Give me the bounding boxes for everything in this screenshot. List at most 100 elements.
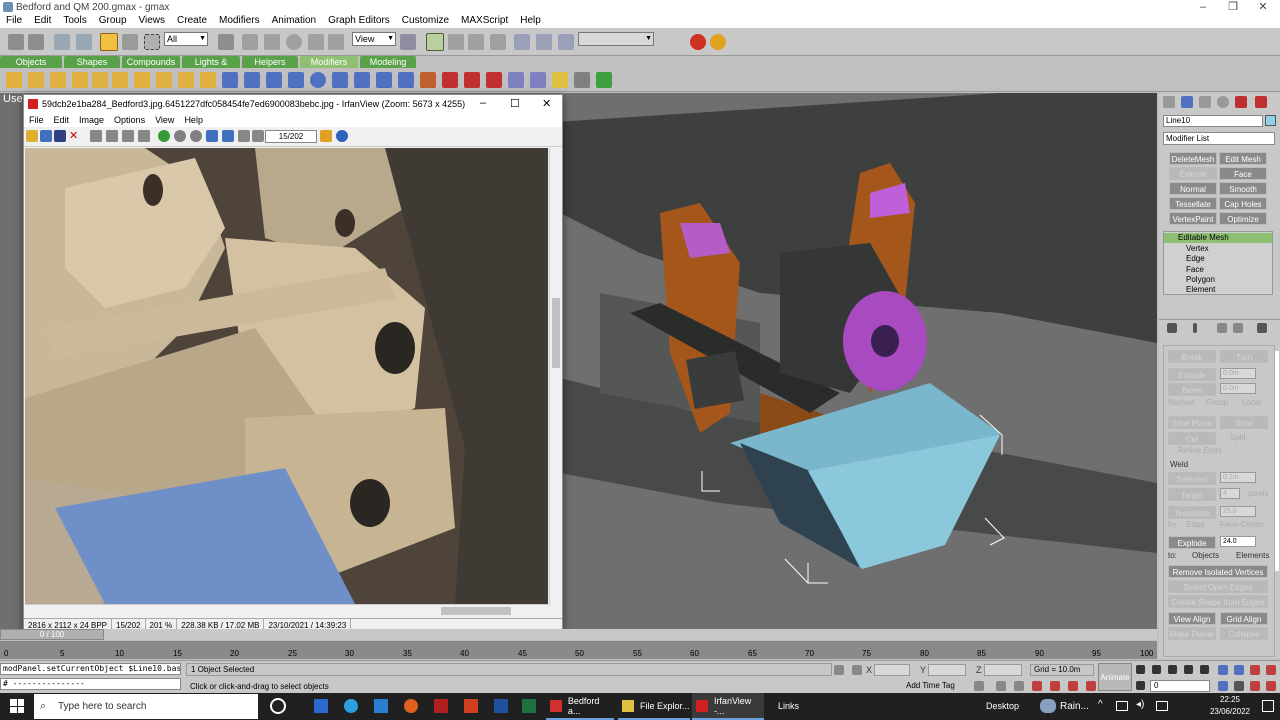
tab-shapes[interactable]: Shapes bbox=[64, 56, 120, 68]
access-icon[interactable] bbox=[434, 699, 448, 713]
taskbar-search-box[interactable]: Type here to search bbox=[34, 694, 258, 719]
displace-modifier-icon[interactable] bbox=[354, 72, 370, 88]
modifier-list-dropdown[interactable]: Modifier List bbox=[1163, 132, 1275, 145]
menu-create[interactable]: Create bbox=[171, 14, 213, 28]
face-extrude-button[interactable]: Face Extrude bbox=[1219, 167, 1267, 192]
irfanview-minimize-button[interactable]: – bbox=[480, 97, 486, 109]
named-selection-dropdown[interactable] bbox=[578, 32, 654, 46]
configure-sets-icon[interactable] bbox=[1257, 323, 1267, 333]
time-slider-track[interactable]: 0 / 100 bbox=[0, 629, 1157, 640]
stack-editable-mesh[interactable]: Editable Mesh bbox=[1164, 233, 1272, 243]
break-button[interactable]: Break bbox=[1168, 350, 1216, 363]
zoom-extents-all-icon[interactable] bbox=[1266, 665, 1276, 675]
irfanview-menu-image[interactable]: Image bbox=[74, 113, 109, 127]
slice-button[interactable]: Slice bbox=[1220, 416, 1268, 429]
track-bar[interactable]: 0 5 10 15 20 25 30 35 40 45 50 55 60 65 … bbox=[0, 641, 1157, 659]
weld-threshold-field[interactable]: 0.1m bbox=[1220, 472, 1256, 483]
render-icon[interactable] bbox=[710, 34, 726, 50]
thumbnails-icon[interactable] bbox=[40, 130, 52, 142]
selection-filter-dropdown[interactable]: All bbox=[164, 32, 208, 46]
slice-modifier-icon[interactable] bbox=[244, 72, 260, 88]
paste-icon[interactable] bbox=[122, 130, 134, 142]
display-panel-icon[interactable] bbox=[1235, 96, 1247, 108]
show-end-result-icon[interactable] bbox=[1193, 323, 1197, 333]
explode-button[interactable]: Explode bbox=[1168, 536, 1216, 549]
pin-stack-icon[interactable] bbox=[1167, 323, 1177, 333]
remove-modifier-icon[interactable] bbox=[1233, 323, 1243, 333]
menu-modifiers[interactable]: Modifiers bbox=[213, 14, 266, 28]
irfanview-vertical-scrollbar[interactable] bbox=[549, 148, 561, 604]
stack-polygon[interactable]: Polygon bbox=[1186, 275, 1215, 284]
key-mode-icon[interactable] bbox=[974, 681, 984, 691]
irfanview-window[interactable]: 59dcb2e1ba284_Bedford3.jpg.6451227dfc058… bbox=[23, 94, 563, 633]
mirror-icon[interactable] bbox=[514, 34, 530, 50]
menu-animation[interactable]: Animation bbox=[266, 14, 322, 28]
smooth-modifier-icon[interactable] bbox=[486, 72, 502, 88]
bevel-amount-field[interactable]: 0.0m bbox=[1220, 383, 1256, 394]
weather-label[interactable]: Rain... bbox=[1060, 701, 1089, 712]
reference-coordinate-dropdown[interactable]: View bbox=[352, 32, 396, 46]
save-icon[interactable] bbox=[54, 130, 66, 142]
collapse-button[interactable]: Collapse bbox=[1220, 627, 1268, 640]
unwrap-modifier-icon[interactable] bbox=[596, 72, 612, 88]
angle-snap-icon[interactable] bbox=[1014, 681, 1024, 691]
weld-target-pixels-field[interactable]: 4 bbox=[1220, 488, 1240, 499]
goto-start-icon[interactable] bbox=[1136, 665, 1145, 674]
time-slider[interactable]: 0 / 100 bbox=[0, 629, 104, 640]
menu-group[interactable]: Group bbox=[93, 14, 133, 28]
snap-icon[interactable] bbox=[558, 34, 574, 50]
material-modifier-icon[interactable] bbox=[552, 72, 568, 88]
cut-button[interactable]: Cut bbox=[1168, 432, 1216, 445]
normal-button[interactable]: Normal bbox=[1169, 182, 1217, 195]
tension-field[interactable]: 25.0 bbox=[1220, 506, 1256, 517]
make-planar-button[interactable]: Make Planar bbox=[1168, 627, 1216, 640]
objects-radio[interactable]: Objects bbox=[1192, 551, 1219, 560]
key-mode-toggle-icon[interactable] bbox=[1136, 681, 1145, 690]
irfanview-menu-edit[interactable]: Edit bbox=[49, 113, 75, 127]
stack-element[interactable]: Element bbox=[1186, 285, 1215, 294]
select-by-name-icon[interactable] bbox=[122, 34, 138, 50]
rotate-right-icon[interactable] bbox=[252, 130, 264, 142]
maximize-button[interactable]: ❐ bbox=[1218, 0, 1248, 14]
y-coordinate-field[interactable] bbox=[928, 664, 966, 676]
slice-plane-button[interactable]: Slice Plane bbox=[1168, 416, 1216, 429]
optimize-button[interactable]: Optimize bbox=[1219, 212, 1267, 225]
x-coordinate-field[interactable] bbox=[874, 664, 910, 676]
taskbar-app-gmax[interactable]: Bedford a... bbox=[546, 693, 614, 720]
menu-graph-editors[interactable]: Graph Editors bbox=[322, 14, 396, 28]
taper-modifier-icon[interactable] bbox=[28, 72, 44, 88]
make-unique-icon[interactable] bbox=[1217, 323, 1227, 333]
percent-snap-icon[interactable] bbox=[1032, 681, 1042, 691]
xform-modifier-icon[interactable] bbox=[376, 72, 392, 88]
menu-edit[interactable]: Edit bbox=[28, 14, 57, 28]
affect-region-modifier-icon[interactable] bbox=[288, 72, 304, 88]
previous-frame-icon[interactable] bbox=[1152, 665, 1161, 674]
grid-align-button[interactable]: Grid Align bbox=[1220, 612, 1268, 625]
field-of-view-icon[interactable] bbox=[1218, 681, 1228, 691]
lattice-modifier-icon[interactable] bbox=[310, 72, 326, 88]
taskbar-app-irfanview[interactable]: IrfanView -... bbox=[692, 693, 764, 720]
undo-icon[interactable] bbox=[8, 34, 24, 50]
links-toolbar[interactable]: Links bbox=[778, 701, 799, 711]
stack-face[interactable]: Face bbox=[1186, 265, 1204, 274]
extrude-button[interactable]: Extrude bbox=[1169, 167, 1217, 180]
weld-selected-button[interactable]: Selected bbox=[1168, 472, 1216, 485]
stack-edge[interactable]: Edge bbox=[1186, 254, 1205, 263]
unlink-icon[interactable] bbox=[76, 34, 92, 50]
tessellate-button[interactable]: Tessellate bbox=[1169, 197, 1217, 210]
face-center-radio[interactable]: Face-Center bbox=[1220, 520, 1264, 529]
viewport-label[interactable]: Use bbox=[3, 93, 23, 105]
skew-modifier-icon[interactable] bbox=[222, 72, 238, 88]
restrict-to-z-icon[interactable] bbox=[468, 34, 484, 50]
panel-scrollbar[interactable] bbox=[1275, 351, 1279, 571]
explode-angle-field[interactable]: 24.0 bbox=[1220, 536, 1256, 547]
irfanview-menu-view[interactable]: View bbox=[150, 113, 179, 127]
taskbar-app-file-explorer[interactable]: File Explor... bbox=[618, 693, 690, 720]
weather-icon[interactable] bbox=[1040, 699, 1056, 713]
cap-holes-button[interactable]: Cap Holes bbox=[1219, 197, 1267, 210]
tab-modeling[interactable]: Modeling bbox=[360, 56, 416, 68]
irfanview-close-button[interactable]: ✕ bbox=[542, 97, 551, 110]
clock-time[interactable]: 22:25 bbox=[1208, 695, 1252, 704]
split-checkbox[interactable]: Split bbox=[1230, 433, 1246, 442]
align-icon[interactable] bbox=[536, 34, 552, 50]
